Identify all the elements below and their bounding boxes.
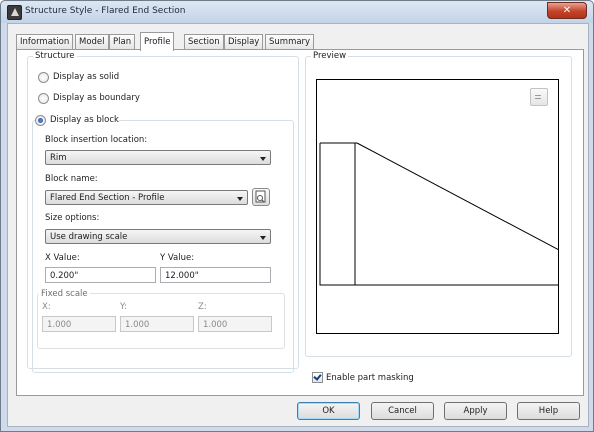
flared-end-section-drawing — [319, 142, 558, 286]
input-value: 0.200" — [50, 270, 79, 281]
radio-display-as-block[interactable]: Display as block — [35, 113, 119, 129]
block-browse-button[interactable] — [252, 187, 270, 206]
dropdown-arrow-icon — [260, 156, 266, 161]
dropdown-arrow-icon — [260, 235, 266, 240]
fixed-y-input[interactable]: 1.000 — [120, 315, 194, 332]
radio-label: Display as solid — [53, 72, 120, 82]
radio-label: Display as block — [50, 115, 119, 125]
tab-model[interactable]: Model — [75, 34, 109, 50]
radio-indicator[interactable] — [35, 114, 46, 126]
tab-display[interactable]: Display — [224, 34, 264, 50]
radio-indicator[interactable] — [38, 71, 49, 83]
radio-display-as-solid[interactable]: Display as solid — [38, 70, 119, 84]
fixed-z-label: Z: — [198, 301, 207, 312]
fixed-x-input[interactable]: 1.000 — [42, 315, 116, 332]
x-value-input[interactable]: 0.200" — [45, 266, 156, 283]
dropdown-value: Flared End Section - Profile — [50, 192, 165, 203]
apply-button[interactable]: Apply — [444, 402, 507, 420]
input-value: 1.000 — [203, 319, 228, 330]
fixed-x-label: X: — [42, 301, 51, 312]
x-value-label: X Value: — [45, 252, 80, 263]
app-icon — [7, 5, 22, 20]
block-insertion-label: Block insertion location: — [45, 134, 148, 145]
size-options-label: Size options: — [45, 212, 100, 223]
dialog-window: Structure Style - Flared End Section ✕ I… — [0, 0, 594, 432]
size-options-dropdown[interactable]: Use drawing scale — [45, 228, 271, 244]
title-bar[interactable]: Structure Style - Flared End Section ✕ — [1, 1, 593, 23]
checkbox-label: Enable part masking — [326, 372, 414, 383]
block-browse-icon — [255, 190, 266, 202]
window-title: Structure Style - Flared End Section — [25, 6, 186, 16]
dropdown-value: Use drawing scale — [50, 231, 128, 242]
tab-plan[interactable]: Plan — [109, 34, 136, 50]
tab-information[interactable]: Information — [16, 34, 74, 50]
dropdown-arrow-icon — [237, 196, 243, 201]
radio-display-as-boundary[interactable]: Display as boundary — [38, 91, 140, 105]
input-value: 1.000 — [125, 319, 150, 330]
structure-group: Structure Display as solid Display as bo… — [27, 51, 299, 373]
checkbox-indicator[interactable] — [312, 372, 323, 383]
cancel-button[interactable]: Cancel — [371, 402, 434, 420]
block-name-label: Block name: — [45, 173, 98, 184]
fixed-z-input[interactable]: 1.000 — [198, 315, 272, 332]
profile-tab-panel: Structure Display as solid Display as bo… — [16, 49, 584, 396]
y-value-label: Y Value: — [160, 252, 195, 263]
structure-group-label: Structure — [35, 51, 75, 61]
tab-summary[interactable]: Summary — [265, 34, 315, 50]
dialog-client-area: Information Model Plan Profile Section D… — [7, 23, 589, 427]
block-name-dropdown[interactable]: Flared End Section - Profile — [45, 189, 248, 205]
y-value-input[interactable]: 12.000" — [160, 266, 271, 283]
block-insertion-dropdown[interactable]: Rim — [45, 149, 271, 165]
input-value: 12.000" — [165, 270, 199, 281]
radio-indicator[interactable] — [38, 92, 49, 104]
preview-group: Preview — [305, 51, 572, 357]
tab-profile[interactable]: Profile — [140, 32, 175, 51]
preview-canvas[interactable] — [316, 79, 559, 334]
tab-section[interactable]: Section — [184, 34, 224, 50]
enable-part-masking-checkbox[interactable]: Enable part masking — [312, 372, 414, 383]
preview-group-label: Preview — [313, 51, 347, 61]
input-value: 1.000 — [47, 319, 72, 330]
fixed-scale-label: Fixed scale — [41, 288, 88, 299]
close-button[interactable]: ✕ — [547, 2, 587, 19]
fixed-scale-group: Fixed scale X: 1.000 Y: 1.000 Z: 1.000 — [37, 288, 285, 349]
help-button[interactable]: Help — [517, 402, 580, 420]
radio-label: Display as boundary — [53, 93, 140, 103]
dropdown-value: Rim — [50, 152, 67, 163]
block-options-group: Display as block Block insertion locatio… — [32, 113, 294, 373]
fixed-y-label: Y: — [120, 301, 127, 312]
close-icon: ✕ — [562, 5, 572, 16]
ok-button[interactable]: OK — [297, 402, 360, 420]
